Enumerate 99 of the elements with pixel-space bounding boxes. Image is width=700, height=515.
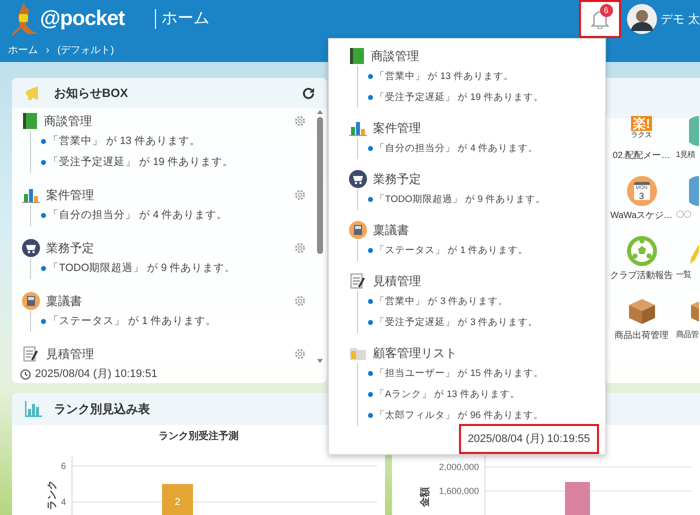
card-title: お知らせBOX: [54, 85, 128, 102]
breadcrumb-link[interactable]: (デフォルト): [57, 42, 114, 58]
cart-icon: [22, 239, 40, 257]
settings-icon[interactable]: [294, 189, 306, 201]
bell-icon: [590, 9, 609, 29]
group-title[interactable]: 商談管理: [371, 47, 419, 65]
folder-icon: [349, 345, 367, 361]
soccer-ball-icon[interactable]: [626, 236, 656, 266]
group-title[interactable]: 業務予定: [373, 170, 421, 188]
bar: [565, 482, 590, 515]
notice-link[interactable]: 「担当ユーザー」 が 15 件あります。: [375, 363, 544, 384]
group-title[interactable]: 商談管理: [44, 112, 92, 130]
logo-text: @pocket: [40, 6, 125, 32]
group-title[interactable]: 見積管理: [46, 345, 94, 363]
clock-icon: [20, 368, 31, 380]
notice-link[interactable]: 「営業中」 が 13 件あります。: [375, 66, 514, 87]
group-title[interactable]: 見積管理: [373, 272, 421, 290]
app-label[interactable]: 一覧: [676, 268, 691, 282]
axis-title: 金額: [420, 487, 431, 507]
app-label[interactable]: 商品管: [676, 328, 698, 342]
group-title[interactable]: 案件管理: [373, 119, 421, 137]
calculator-icon: [349, 221, 367, 239]
user-name[interactable]: デモ 太: [660, 10, 700, 28]
notepad-icon: [22, 345, 40, 363]
app-label[interactable]: 02.配配メー…: [612, 148, 670, 162]
timestamp: 2025/08/04 (月) 10:19:51: [35, 366, 158, 382]
cart-icon: [349, 170, 367, 188]
tick-label: 4: [60, 497, 66, 508]
notice-link[interactable]: 「Aランク」 が 13 件あります。: [375, 384, 520, 405]
notice-link[interactable]: 「自分の担当分」 が 4 件あります。: [375, 138, 538, 159]
bullet-dot: [41, 213, 46, 218]
page-title: ホーム: [154, 9, 210, 29]
notice-link[interactable]: 「営業中」 が 13 件あります。: [48, 131, 200, 152]
count-badge: 6: [600, 4, 613, 17]
value-label: 2: [174, 497, 180, 508]
notice-link[interactable]: 「ステータス」 が 1 件あります。: [48, 311, 217, 332]
bullet-dot: [368, 413, 373, 418]
tick-label: 6: [60, 461, 66, 471]
app-icon[interactable]: [689, 116, 699, 146]
notice-link[interactable]: 「自分の担当分」 が 4 件あります。: [48, 205, 228, 226]
date-number: 3: [638, 191, 644, 201]
app-label[interactable]: 1見積: [676, 148, 695, 162]
tick-label: 1,600,000: [438, 486, 479, 496]
group-title[interactable]: 顧客管理リスト: [373, 344, 457, 362]
notice-link[interactable]: 「TODO期限超過」 が 9 件あります。: [375, 189, 546, 210]
bullet-dot: [41, 319, 46, 324]
app-label[interactable]: クラブ活動報告: [610, 268, 673, 282]
calculator-icon: [22, 292, 40, 310]
box-icon[interactable]: [626, 296, 656, 326]
scroll-down-icon[interactable]: [316, 357, 324, 365]
bullet-dot: [368, 371, 373, 376]
bullet-dot: [368, 299, 373, 304]
app-label[interactable]: WaWaスケジ…: [610, 208, 673, 222]
notice-link[interactable]: 「営業中」 が 3 件あります。: [375, 291, 508, 312]
refresh-icon[interactable]: [302, 86, 315, 100]
notice-link[interactable]: 「ステータス」 が 1 件あります。: [375, 240, 528, 261]
settings-icon[interactable]: [294, 348, 306, 360]
bar-chart-icon: [349, 120, 367, 136]
settings-icon[interactable]: [294, 115, 306, 127]
bullet-dot: [41, 139, 46, 144]
notice-link[interactable]: 「太郎フィルタ」 が 96 件あります。: [375, 405, 544, 426]
bullet-dot: [368, 320, 373, 325]
notification-button[interactable]: 6: [578, 0, 621, 38]
tick-label: 2,000,000: [438, 462, 479, 472]
book-icon: [349, 47, 365, 65]
bullet-dot: [41, 160, 46, 165]
bullet-dot: [368, 248, 373, 253]
bullet-dot: [368, 95, 373, 100]
avatar[interactable]: [626, 4, 657, 34]
bar-chart-icon: [24, 401, 42, 417]
timestamp: 2025/08/04 (月) 10:19:55: [458, 424, 599, 454]
notice-link[interactable]: 「受注予定遅延」 が 19 件あります。: [375, 87, 544, 108]
settings-icon[interactable]: [294, 242, 306, 254]
group-title[interactable]: 業務予定: [46, 239, 94, 257]
chart-title: ランク別受注予測: [158, 431, 238, 442]
settings-icon[interactable]: [294, 295, 306, 307]
app-icon[interactable]: [689, 176, 699, 206]
bar-chart-icon: [22, 187, 40, 203]
scrollbar[interactable]: [316, 108, 324, 365]
breadcrumb-separator: ›: [46, 44, 50, 58]
app-label[interactable]: 商品出荷管理: [614, 328, 668, 342]
axis-title: ランク: [47, 480, 58, 510]
notepad-icon: [349, 272, 367, 290]
breadcrumb-link[interactable]: ホーム: [8, 42, 38, 58]
notice-link[interactable]: 「受注予定遅延」 が 3 件あります。: [375, 312, 538, 333]
notice-link[interactable]: 「TODO期限超過」 が 9 件あります。: [48, 258, 236, 279]
bullet-dot: [368, 146, 373, 151]
group-title[interactable]: 稟議書: [46, 292, 82, 310]
bullet-dot: [368, 74, 373, 79]
group-title[interactable]: 案件管理: [46, 186, 94, 204]
book-icon: [22, 112, 38, 130]
bullet-dot: [368, 392, 373, 397]
bullet-dot: [41, 266, 46, 271]
notice-link[interactable]: 「受注予定遅延」 が 19 件あります。: [48, 152, 234, 173]
group-title[interactable]: 稟議書: [373, 221, 409, 239]
bullet-dot: [368, 197, 373, 202]
bar: [162, 484, 193, 515]
app-label[interactable]: 〇〇: [676, 208, 691, 222]
card-title: ランク別見込み表: [54, 401, 150, 418]
